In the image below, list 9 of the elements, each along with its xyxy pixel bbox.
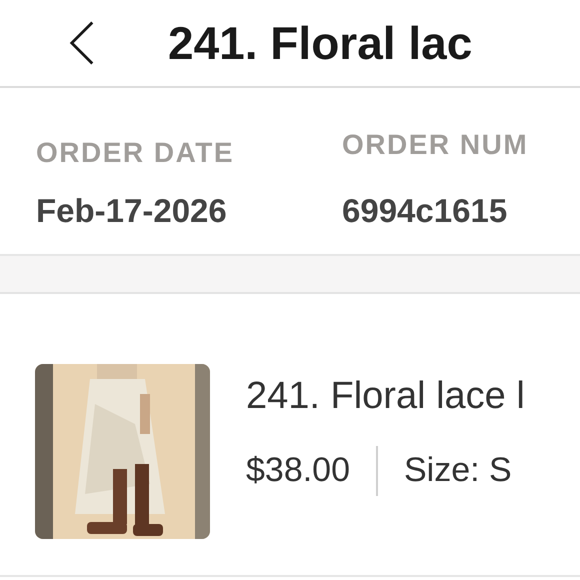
info-value: 6994c1615 bbox=[342, 191, 508, 231]
page-title: 241. Floral lac bbox=[168, 16, 472, 70]
item-title: 241. Floral lace l bbox=[246, 374, 525, 419]
item-price: $38.00 bbox=[246, 450, 350, 491]
info-label: ORDER NUM bbox=[342, 128, 528, 162]
back-icon[interactable] bbox=[68, 19, 96, 67]
info-value: Feb-17-2026 bbox=[36, 191, 228, 231]
item-size: Size: S bbox=[404, 450, 512, 491]
info-label: ORDER DATE bbox=[36, 136, 236, 170]
